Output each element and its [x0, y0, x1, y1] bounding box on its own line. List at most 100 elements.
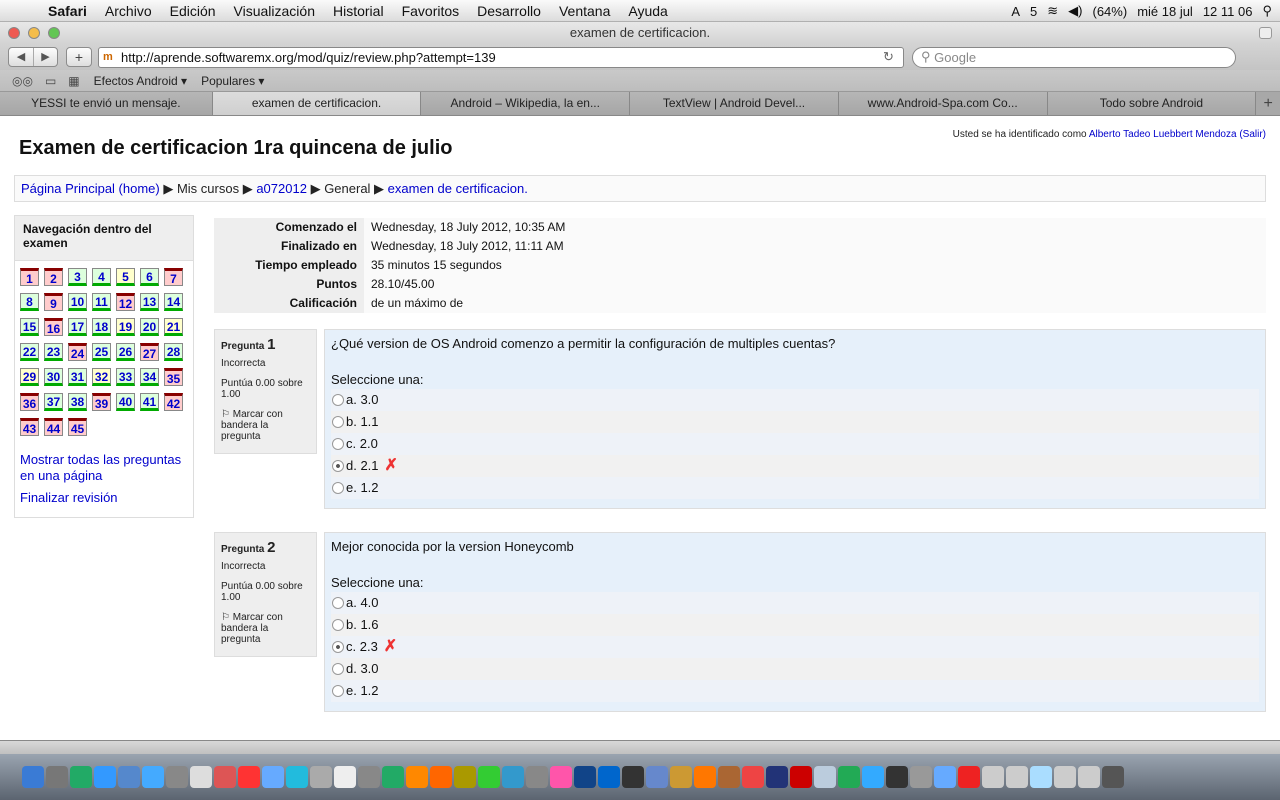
quiz-nav-button[interactable]: 20 — [140, 318, 159, 336]
quiz-nav-button[interactable]: 23 — [44, 343, 63, 361]
quiz-nav-button[interactable]: 36 — [20, 393, 39, 411]
quiz-nav-button[interactable]: 30 — [44, 368, 63, 386]
quiz-nav-button[interactable]: 16 — [44, 318, 63, 336]
forward-icon[interactable]: ▶ — [33, 48, 57, 66]
dock-app-icon[interactable] — [262, 766, 284, 788]
dock-app-icon[interactable] — [838, 766, 860, 788]
dock-app-icon[interactable] — [862, 766, 884, 788]
answer-option[interactable]: a. 4.0 — [331, 592, 1259, 614]
dock-app-icon[interactable] — [358, 766, 380, 788]
zoom-icon[interactable] — [48, 27, 60, 39]
dock-app-icon[interactable] — [238, 766, 260, 788]
quiz-nav-button[interactable]: 44 — [44, 418, 63, 436]
dock-app-icon[interactable] — [910, 766, 932, 788]
dock-app-icon[interactable] — [766, 766, 788, 788]
quiz-nav-button[interactable]: 43 — [20, 418, 39, 436]
quiz-nav-button[interactable]: 10 — [68, 293, 87, 311]
radio-icon[interactable] — [332, 663, 344, 675]
radio-selected-icon[interactable] — [332, 460, 344, 472]
dock-app-icon[interactable] — [190, 766, 212, 788]
quiz-nav-button[interactable]: 21 — [164, 318, 183, 336]
radio-icon[interactable] — [332, 394, 344, 406]
quiz-nav-button[interactable]: 24 — [68, 343, 87, 361]
quiz-nav-button[interactable]: 19 — [116, 318, 135, 336]
radio-icon[interactable] — [332, 685, 344, 697]
answer-option-selected[interactable]: c. 2.3 ✗ — [331, 636, 1259, 658]
breadcrumb-course[interactable]: a072012 — [256, 181, 307, 196]
radio-icon[interactable] — [332, 416, 344, 428]
dock-app-icon[interactable] — [166, 766, 188, 788]
quiz-nav-button[interactable]: 8 — [20, 293, 39, 311]
close-icon[interactable] — [8, 27, 20, 39]
minimize-icon[interactable] — [28, 27, 40, 39]
quiz-nav-button[interactable]: 25 — [92, 343, 111, 361]
battery-percent[interactable]: (64%) — [1093, 4, 1128, 19]
dock-app-icon[interactable] — [22, 766, 44, 788]
quiz-nav-button[interactable]: 2 — [44, 268, 63, 286]
dock-app-icon[interactable] — [214, 766, 236, 788]
finish-review-link[interactable]: Finalizar revisión — [20, 490, 193, 506]
date-label[interactable]: mié 18 jul — [1137, 4, 1193, 19]
dock-app-icon[interactable] — [502, 766, 524, 788]
answer-option[interactable]: b. 1.6 — [331, 614, 1259, 636]
dock-app-icon[interactable] — [94, 766, 116, 788]
quiz-nav-button[interactable]: 9 — [44, 293, 63, 311]
dock-app-icon[interactable] — [382, 766, 404, 788]
tab-wikipedia[interactable]: Android – Wikipedia, la en... — [421, 92, 631, 115]
dock-app-icon[interactable] — [1102, 766, 1124, 788]
quiz-nav-button[interactable]: 31 — [68, 368, 87, 386]
quiz-nav-button[interactable]: 13 — [140, 293, 159, 311]
bookmark-populares[interactable]: Populares ▾ — [201, 74, 264, 88]
dock-app-icon[interactable] — [142, 766, 164, 788]
menu-historial[interactable]: Historial — [333, 3, 384, 19]
quiz-nav-button[interactable]: 11 — [92, 293, 111, 311]
quiz-nav-button[interactable]: 45 — [68, 418, 87, 436]
quiz-nav-button[interactable]: 17 — [68, 318, 87, 336]
quiz-nav-button[interactable]: 6 — [140, 268, 159, 286]
menu-archivo[interactable]: Archivo — [105, 3, 152, 19]
add-bookmark-button[interactable]: + — [66, 47, 92, 67]
quiz-nav-button[interactable]: 42 — [164, 393, 183, 411]
answer-option[interactable]: c. 2.0 — [331, 433, 1259, 455]
bookmark-efectos-android[interactable]: Efectos Android ▾ — [94, 74, 187, 88]
tab-textview[interactable]: TextView | Android Devel... — [630, 92, 839, 115]
quiz-nav-button[interactable]: 15 — [20, 318, 39, 336]
flag-question[interactable]: ⚐ Marcar con bandera la pregunta — [221, 612, 310, 645]
quiz-nav-button[interactable]: 33 — [116, 368, 135, 386]
quiz-nav-button[interactable]: 5 — [116, 268, 135, 286]
dock-app-icon[interactable] — [1030, 766, 1052, 788]
quiz-nav-button[interactable]: 26 — [116, 343, 135, 361]
answer-option[interactable]: e. 1.2 — [331, 477, 1259, 499]
quiz-nav-button[interactable]: 38 — [68, 393, 87, 411]
radio-icon[interactable] — [332, 597, 344, 609]
adobe-icon[interactable]: A — [1011, 4, 1020, 19]
radio-icon[interactable] — [332, 438, 344, 450]
dock-app-icon[interactable] — [118, 766, 140, 788]
logout-link[interactable]: (Salir) — [1239, 129, 1266, 140]
quiz-nav-button[interactable]: 3 — [68, 268, 87, 286]
dock-app-icon[interactable] — [70, 766, 92, 788]
dock-app-icon[interactable] — [46, 766, 68, 788]
quiz-nav-button[interactable]: 27 — [140, 343, 159, 361]
answer-option[interactable]: d. 3.0 — [331, 658, 1259, 680]
reading-list-icon[interactable]: ◎◎ — [12, 74, 33, 88]
bookmarks-icon[interactable]: ▭ — [45, 74, 56, 88]
tab-yessi[interactable]: YESSI te envió un mensaje. — [0, 92, 213, 115]
answer-option-selected[interactable]: d. 2.1 ✗ — [331, 455, 1259, 477]
dock-app-icon[interactable] — [982, 766, 1004, 788]
tab-todo-android[interactable]: Todo sobre Android — [1047, 92, 1257, 115]
reload-icon[interactable]: ↻ — [883, 49, 903, 65]
dock-app-icon[interactable] — [406, 766, 428, 788]
address-bar[interactable]: m http://aprende.softwaremx.org/mod/quiz… — [98, 46, 904, 68]
quiz-nav-button[interactable]: 7 — [164, 268, 183, 286]
wifi-icon[interactable]: ≋ — [1047, 3, 1058, 19]
radio-icon[interactable] — [332, 482, 344, 494]
quiz-nav-button[interactable]: 35 — [164, 368, 183, 386]
dock-app-icon[interactable] — [526, 766, 548, 788]
dock-app-icon[interactable] — [622, 766, 644, 788]
time-label[interactable]: 12 11 06 — [1203, 4, 1253, 19]
dock-app-icon[interactable] — [1006, 766, 1028, 788]
tab-android-spa[interactable]: www.Android-Spa.com Co... — [838, 92, 1048, 115]
answer-option[interactable]: e. 1.2 — [331, 680, 1259, 702]
top-sites-icon[interactable]: ▦ — [68, 74, 79, 88]
